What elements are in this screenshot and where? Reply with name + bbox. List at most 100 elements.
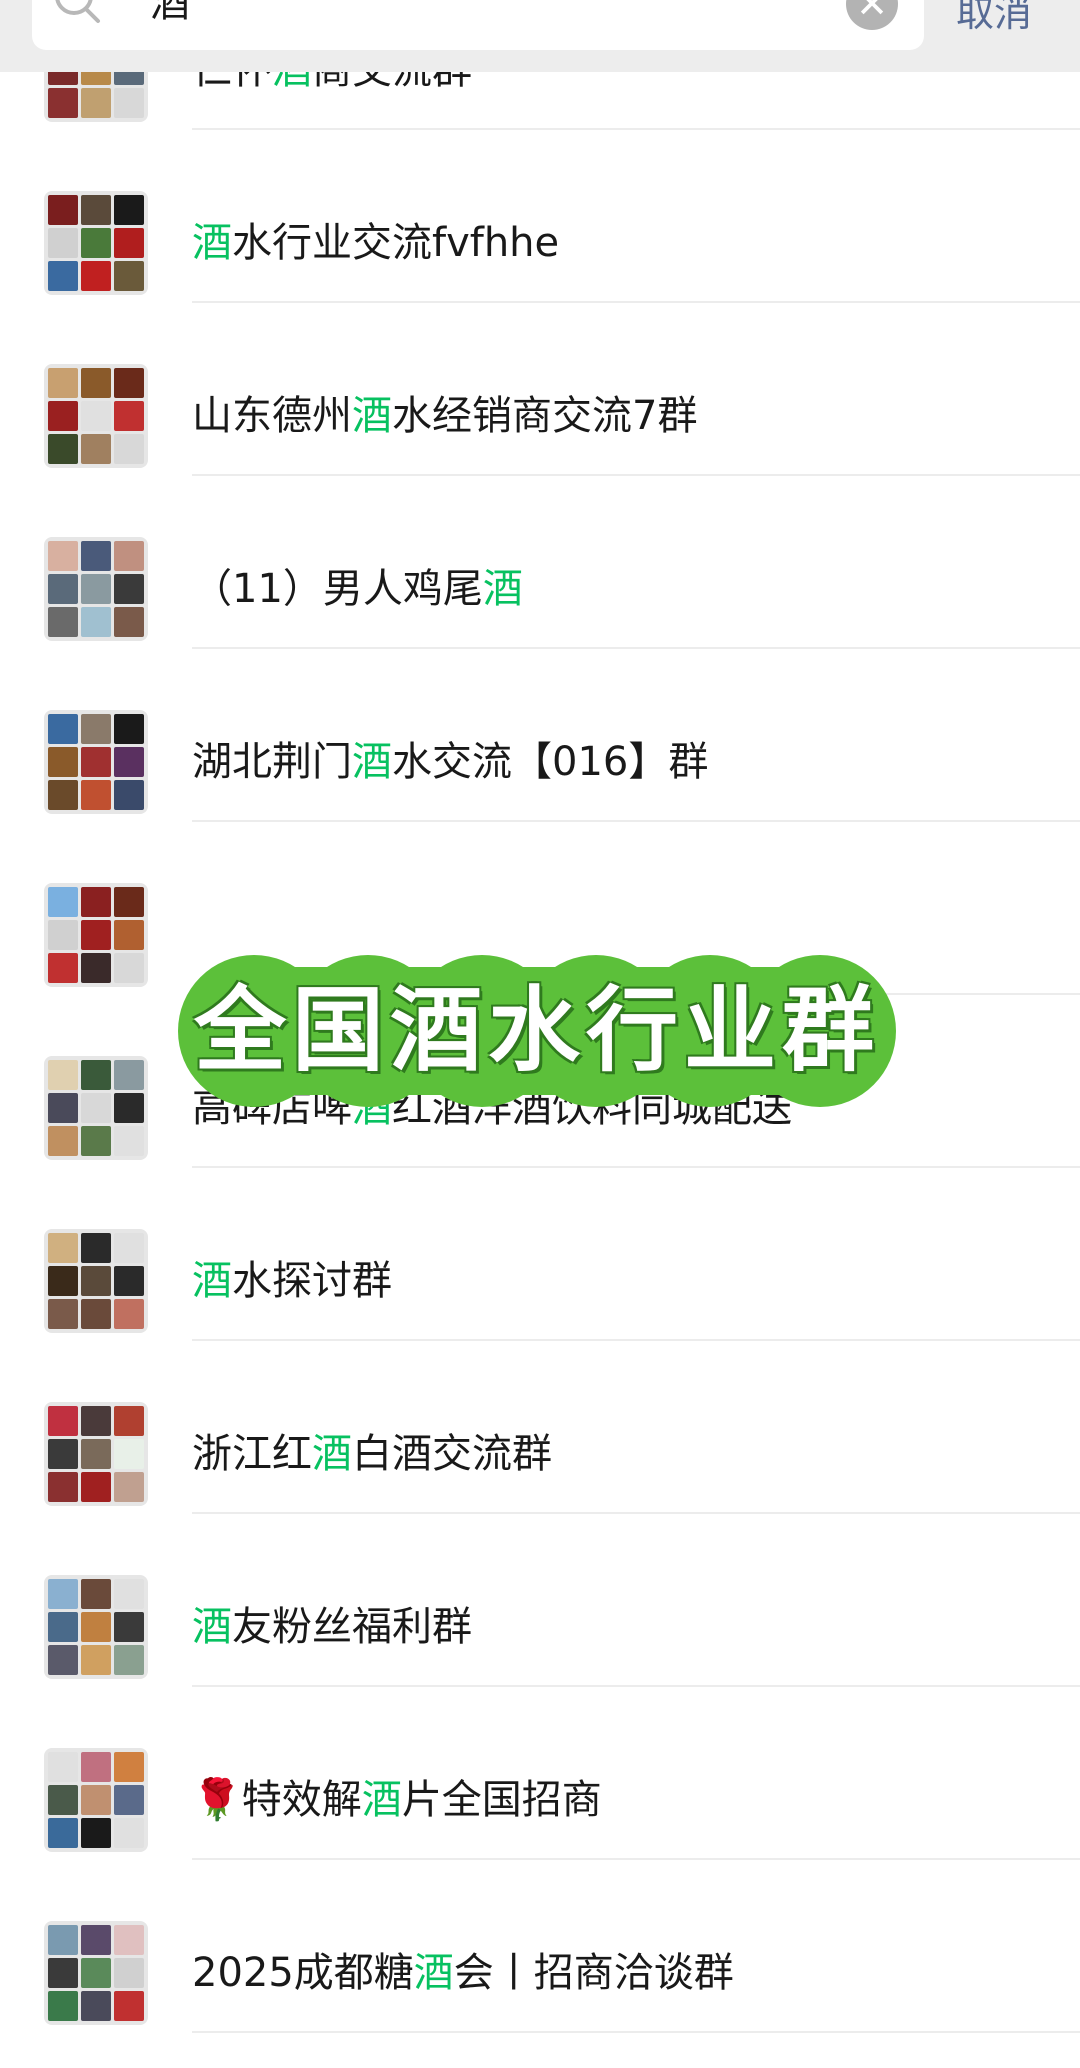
avatar-tile: [48, 1060, 78, 1090]
group-name-prefix: 湖北荆门: [192, 739, 352, 785]
keyword-highlight: 酒: [192, 1604, 232, 1650]
avatar-tile: [81, 1579, 111, 1609]
avatar-tile: [48, 920, 78, 950]
avatar-tile: [81, 1439, 111, 1469]
avatar-tile: [114, 1612, 144, 1642]
avatar-tile: [48, 261, 78, 291]
group-name-prefix: 山东德州: [192, 393, 352, 439]
group-name-prefix: （11）男人鸡尾: [192, 566, 483, 612]
avatar-tile: [81, 887, 111, 917]
avatar-tile: [81, 1612, 111, 1642]
avatar-tile: [114, 1093, 144, 1123]
avatar-tile: [48, 1299, 78, 1329]
group-name: 酒水探讨群: [192, 1253, 392, 1309]
group-name-suffix: 水经销商交流7群: [392, 393, 698, 439]
avatar-tile: [114, 747, 144, 777]
avatar-tile: [114, 1233, 144, 1263]
avatar-tile: [48, 401, 78, 431]
avatar-tile: [114, 953, 144, 983]
result-item[interactable]: 酒水探讨群: [0, 1168, 1080, 1341]
keyword-highlight: 酒: [192, 1258, 232, 1304]
group-avatar: [44, 1921, 148, 2025]
avatar-tile: [114, 714, 144, 744]
search-input[interactable]: 酒 ✕: [32, 0, 924, 50]
avatar-tile: [114, 780, 144, 810]
promo-banner: 全国酒水行业群: [178, 955, 896, 1107]
avatar-tile: [114, 574, 144, 604]
avatar-tile: [114, 228, 144, 258]
keyword-highlight: 酒: [352, 393, 392, 439]
avatar-tile: [48, 607, 78, 637]
avatar-tile: [114, 1060, 144, 1090]
result-item[interactable]: 山东德州酒水经销商交流7群: [0, 303, 1080, 476]
group-name: 2025成都糖酒会丨招商洽谈群: [192, 1945, 734, 2001]
avatar-tile: [114, 1818, 144, 1848]
avatar-tile: [114, 1579, 144, 1609]
avatar-tile: [81, 1752, 111, 1782]
keyword-highlight: 酒: [312, 1431, 352, 1477]
avatar-tile: [81, 1958, 111, 1988]
group-avatar: [44, 1056, 148, 1160]
avatar-tile: [48, 541, 78, 571]
avatar-tile: [48, 1958, 78, 1988]
result-item[interactable]: 浙江红酒白酒交流群: [0, 1341, 1080, 1514]
group-name-suffix: 片全国招商: [401, 1777, 602, 1823]
avatar-tile: [114, 920, 144, 950]
avatar-tile: [81, 88, 111, 118]
avatar-tile: [114, 1991, 144, 2021]
result-item[interactable]: 2025成都糖酒会丨招商洽谈群: [0, 1860, 1080, 2033]
avatar-tile: [48, 1991, 78, 2021]
result-item[interactable]: 🌹特效解酒片全国招商: [0, 1687, 1080, 1860]
avatar-tile: [48, 88, 78, 118]
avatar-tile: [48, 368, 78, 398]
avatar-tile: [48, 195, 78, 225]
group-name: 浙江红酒白酒交流群: [192, 1426, 552, 1482]
avatar-tile: [48, 1579, 78, 1609]
group-name: 酒水行业交流fvfhhe: [192, 215, 559, 271]
result-item[interactable]: 酒友粉丝福利群: [0, 1514, 1080, 1687]
group-name-prefix: 浙江红: [192, 1431, 312, 1477]
avatar-tile: [114, 1785, 144, 1815]
result-item[interactable]: 湖北荆门酒水交流【016】群: [0, 649, 1080, 822]
avatar-tile: [48, 953, 78, 983]
group-avatar: [44, 883, 148, 987]
group-avatar: [44, 710, 148, 814]
avatar-tile: [81, 1060, 111, 1090]
group-name: 山东德州酒水经销商交流7群: [192, 388, 697, 444]
avatar-tile: [81, 1093, 111, 1123]
avatar-tile: [81, 1785, 111, 1815]
avatar-tile: [114, 1925, 144, 1955]
avatar-tile: [81, 1233, 111, 1263]
avatar-tile: [114, 1752, 144, 1782]
avatar-tile: [48, 1126, 78, 1156]
group-avatar: [44, 537, 148, 641]
result-item[interactable]: （11）男人鸡尾酒: [0, 476, 1080, 649]
avatar-tile: [81, 607, 111, 637]
group-name-prefix: 🌹特效解: [192, 1777, 362, 1823]
search-query-text: 酒: [150, 0, 190, 26]
avatar-tile: [81, 953, 111, 983]
avatar-tile: [48, 1406, 78, 1436]
avatar-tile: [114, 1472, 144, 1502]
avatar-tile: [81, 920, 111, 950]
avatar-tile: [81, 261, 111, 291]
avatar-tile: [81, 714, 111, 744]
avatar-tile: [48, 1233, 78, 1263]
avatar-tile: [114, 401, 144, 431]
search-header: 酒 ✕ 取消: [0, 0, 1080, 72]
group-name: （11）男人鸡尾酒: [192, 561, 523, 617]
avatar-tile: [48, 434, 78, 464]
result-item[interactable]: 酒水行业交流fvfhhe: [0, 130, 1080, 303]
avatar-tile: [48, 1266, 78, 1296]
group-name: 🌹特效解酒片全国招商: [192, 1772, 602, 1828]
avatar-tile: [48, 714, 78, 744]
group-name-suffix: 友粉丝福利群: [232, 1604, 472, 1650]
group-name-prefix: 2025成都糖: [192, 1950, 414, 1996]
avatar-tile: [114, 1439, 144, 1469]
avatar-tile: [81, 228, 111, 258]
cancel-button[interactable]: 取消: [956, 0, 1032, 38]
group-avatar: [44, 1402, 148, 1506]
group-avatar: [44, 1575, 148, 1679]
clear-search-icon[interactable]: ✕: [846, 0, 898, 30]
group-name-suffix: 水探讨群: [232, 1258, 392, 1304]
